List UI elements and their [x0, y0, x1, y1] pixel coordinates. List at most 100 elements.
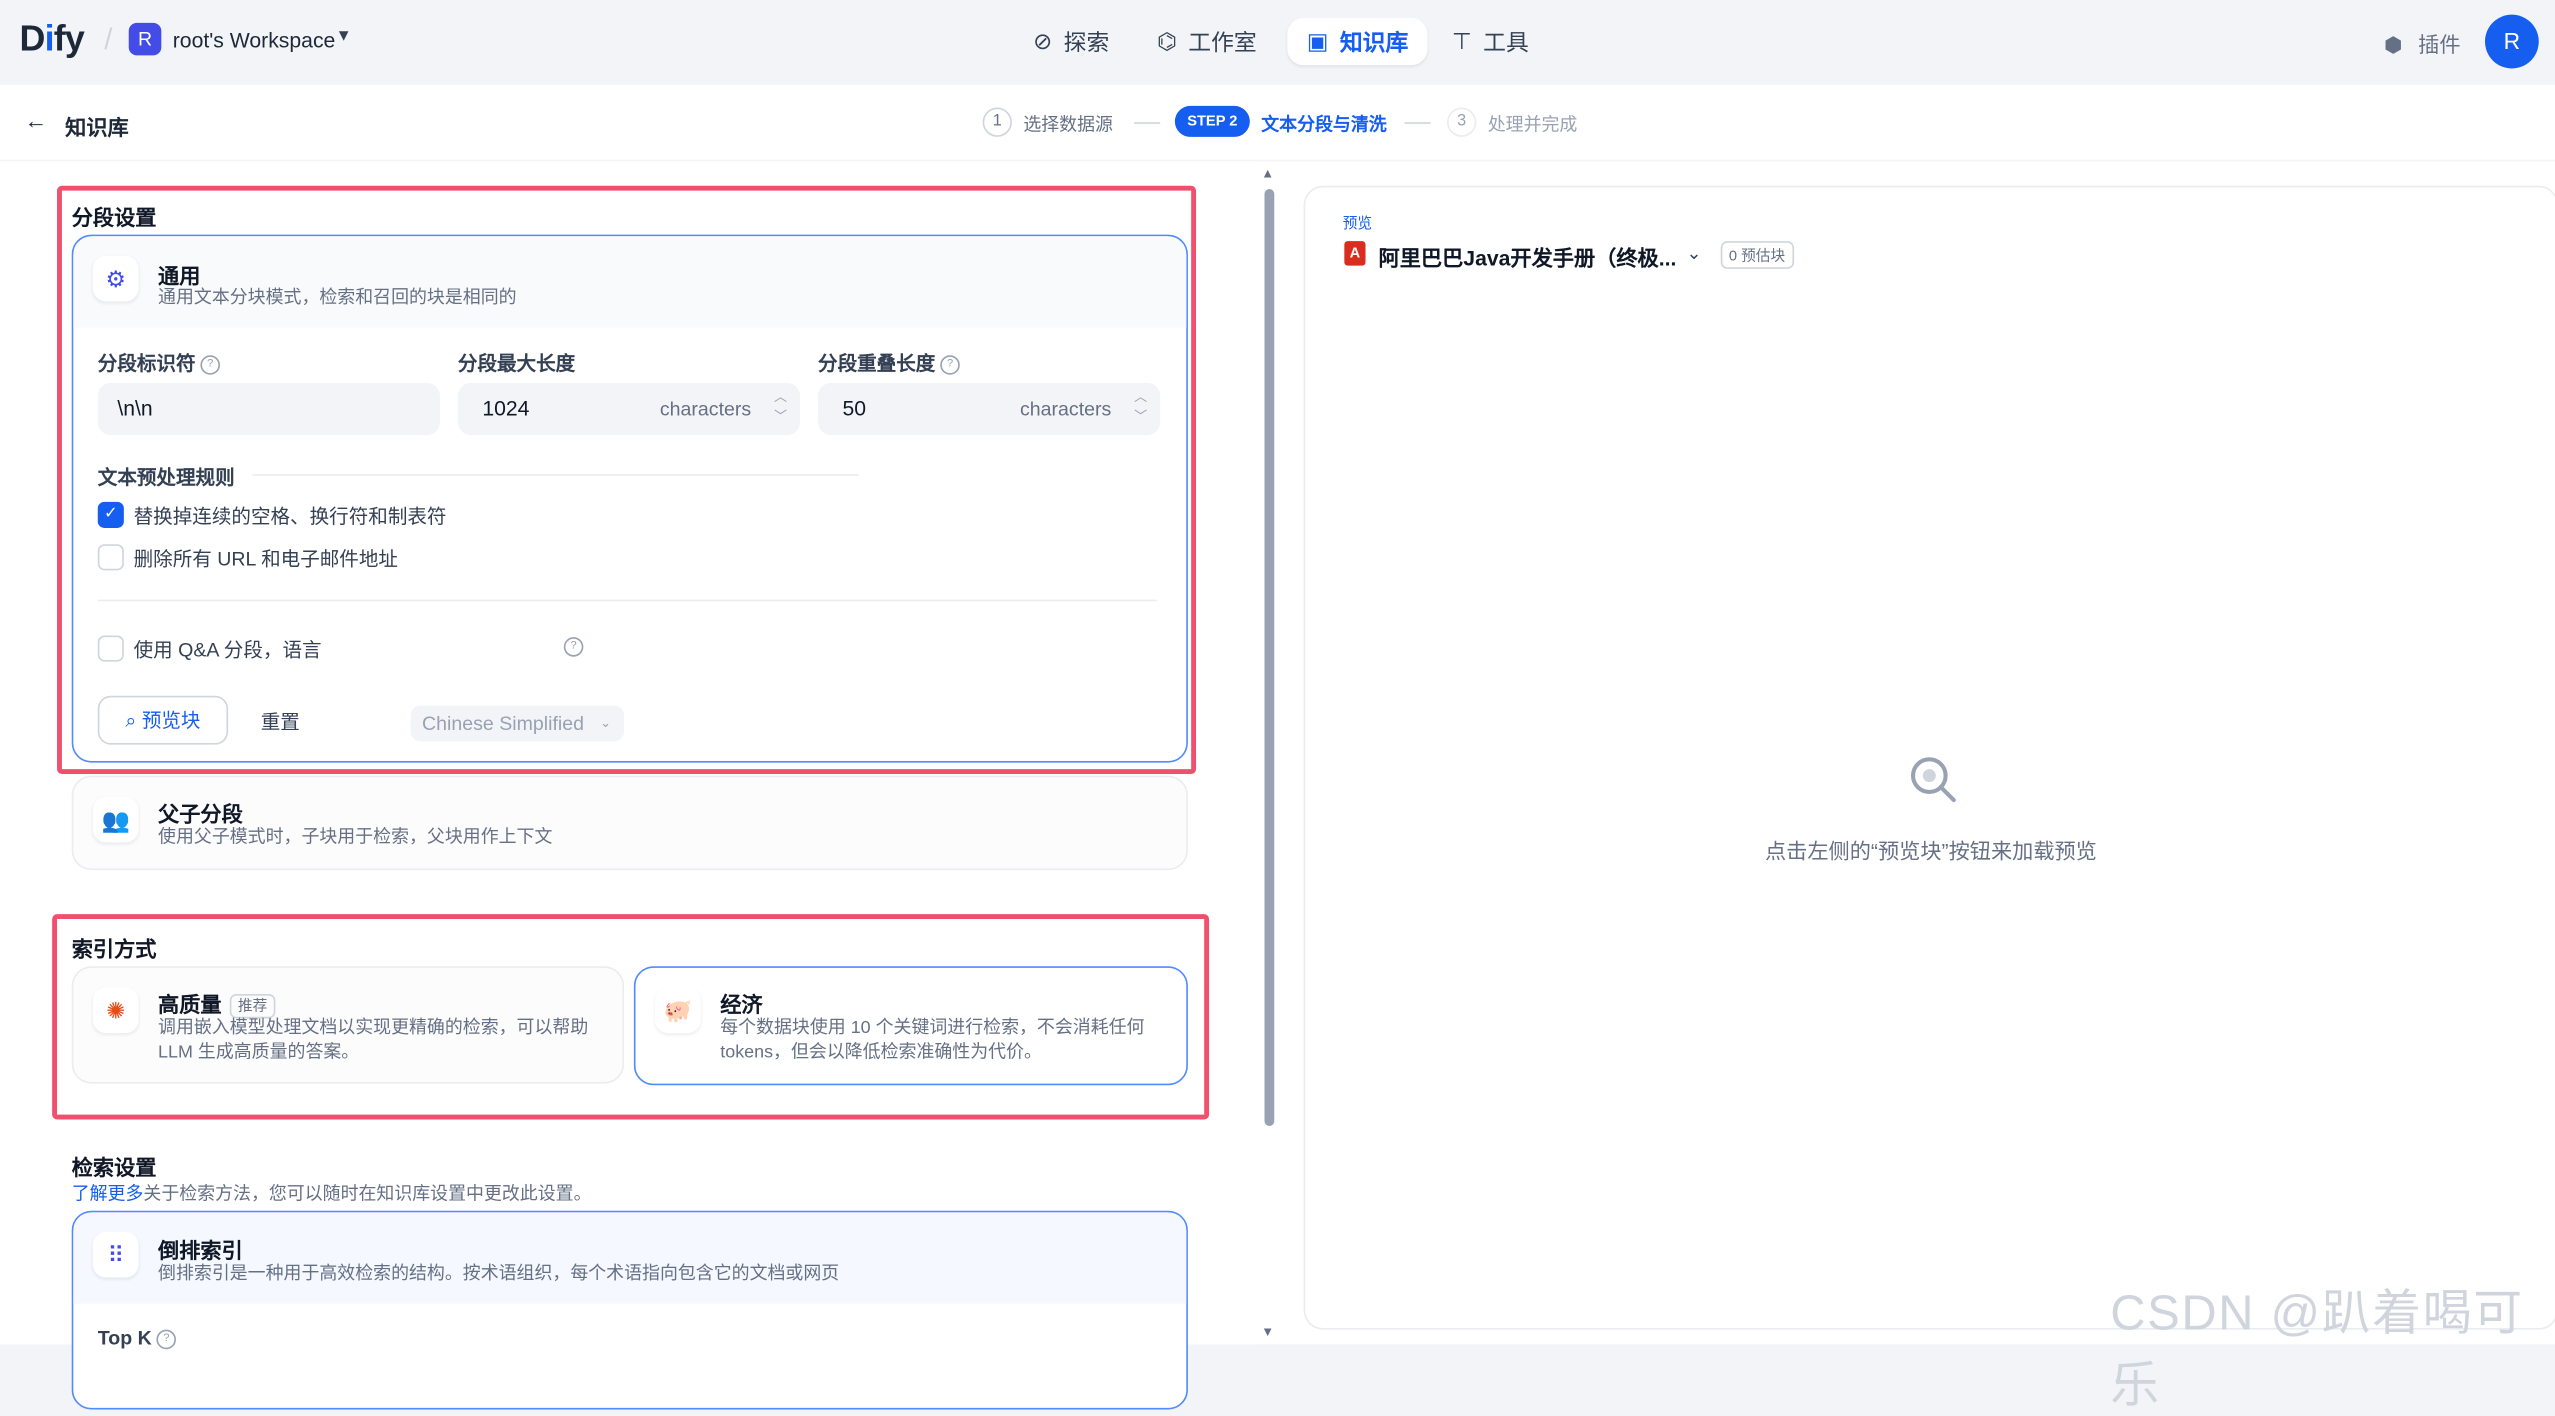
help-icon[interactable]: ?: [156, 1329, 177, 1349]
overlap-value: 50: [842, 395, 867, 421]
preview-empty-text: 点击左侧的“预览块”按钮来加载预览: [1765, 839, 2097, 864]
chevron-down-icon[interactable]: ▼: [336, 28, 352, 46]
nav-studio[interactable]: ⌬ 工作室: [1157, 18, 1257, 65]
nav-explore-label: 探索: [1063, 28, 1110, 55]
dify-logo[interactable]: Dify: [20, 18, 85, 60]
scroll-down-icon[interactable]: ▼: [1261, 1325, 1274, 1340]
preview-chunks-label: 预览块: [141, 708, 201, 732]
top-navbar: Dify / R root's Workspace ▼ ⊘ 探索 ⌬ 工作室 ▣…: [0, 0, 2555, 87]
economy-desc-line1: 每个数据块使用 10 个关键词进行检索，不会消耗任何: [720, 1018, 1145, 1038]
back-label[interactable]: 知识库: [65, 111, 129, 142]
parent-child-card[interactable]: 👥 父子分段 使用父子模式时，子块用于检索，父块用作上下文: [71, 775, 1188, 871]
nav-knowledge-label: 知识库: [1339, 28, 1409, 55]
economy-title: 经济: [720, 992, 763, 1017]
separator-value: \n\n: [117, 395, 153, 421]
stepper-arrows-icon[interactable]: ︿ ﹀: [1134, 388, 1147, 427]
step-1-label: 选择数据源: [1023, 115, 1113, 136]
parent-child-desc: 使用父子模式时，子块用于检索，父块用作上下文: [158, 827, 553, 848]
separator-input[interactable]: \n\n: [97, 382, 440, 436]
max-length-value: 1024: [482, 395, 530, 421]
retrieval-help-rest: 关于检索方法，您可以随时在知识库设置中更改此设置。: [143, 1184, 592, 1205]
economy-desc: 每个数据块使用 10 个关键词进行检索，不会消耗任何 tokens，但会以降低检…: [720, 1017, 1144, 1066]
inverted-index-desc: 倒排索引是一种用于高效检索的结构。按术语组织，每个术语指向包含它的文档或网页: [158, 1264, 840, 1285]
help-icon[interactable]: ?: [200, 354, 221, 375]
preview-doc-select[interactable]: 阿里巴巴Java开发手册（终极...: [1379, 241, 1677, 272]
family-icon: 👥: [92, 796, 139, 843]
nav-tools[interactable]: ⊤ 工具: [1452, 18, 1529, 65]
max-length-label: 分段最大长度: [457, 351, 576, 375]
rule-2-label: 删除所有 URL 和电子邮件地址: [133, 547, 398, 571]
plugin-label: 插件: [2418, 32, 2461, 58]
overlap-input[interactable]: 50 characters ︿ ﹀: [818, 382, 1161, 436]
stepper-arrows-icon[interactable]: ︿ ﹀: [774, 388, 787, 427]
step-connector: [1134, 122, 1161, 124]
nav-studio-label: 工作室: [1188, 28, 1257, 55]
qa-checkbox[interactable]: [97, 635, 124, 662]
grid-icon: ⠿: [92, 1231, 139, 1278]
inverted-index-card[interactable]: ⠿ 倒排索引 倒排索引是一种用于高效检索的结构。按术语组织，每个术语指向包含它的…: [71, 1210, 1188, 1410]
index-section-title: 索引方式: [71, 936, 157, 962]
gear-icon: ⚙: [92, 255, 139, 302]
preview-label: 预览: [1342, 215, 1373, 232]
chevron-down-icon: ⌄: [600, 715, 612, 731]
max-length-unit: characters: [659, 397, 752, 421]
high-quality-card[interactable]: ✺ 高质量 推荐 调用嵌入模型处理文档以实现更精确的检索，可以帮助 LLM 生成高…: [71, 966, 625, 1084]
retrieval-help-text: 了解更多关于检索方法，您可以随时在知识库设置中更改此设置。: [72, 1180, 592, 1206]
overlap-unit: characters: [1020, 397, 1112, 421]
qa-language-value: Chinese Simplified: [422, 712, 584, 735]
back-arrow-icon[interactable]: ←: [24, 108, 47, 134]
reset-button[interactable]: 重置: [261, 707, 300, 735]
workspace-avatar[interactable]: R: [128, 22, 162, 56]
max-length-input[interactable]: 1024 characters ︿ ﹀: [457, 382, 801, 436]
plugin-button[interactable]: ⬢ 插件: [2384, 28, 2461, 59]
overlap-label-text: 分段重叠长度: [818, 351, 936, 375]
qa-divider: [97, 599, 1157, 602]
nav-explore[interactable]: ⊘ 探索: [1033, 18, 1109, 65]
pdf-file-icon: A: [1344, 241, 1366, 266]
chevron-down-icon[interactable]: ⌄: [1687, 243, 1702, 264]
separator-label: 分段标识符?: [97, 349, 221, 377]
qa-language-select[interactable]: Chinese Simplified ⌄: [410, 705, 625, 742]
step-connector: [1404, 122, 1431, 124]
high-quality-title: 高质量 推荐: [158, 987, 276, 1019]
preview-panel: 预览 A 阿里巴巴Java开发手册（终极... ⌄ 0 预估块 点击左侧的“预览…: [1303, 185, 2555, 1330]
qa-label: 使用 Q&A 分段，语言: [133, 638, 322, 662]
help-icon[interactable]: ?: [940, 354, 960, 375]
rules-title: 文本预处理规则: [97, 466, 235, 489]
topk-label-text: Top K: [97, 1326, 152, 1350]
nav-knowledge[interactable]: ▣ 知识库: [1287, 17, 1428, 66]
scrollbar-thumb[interactable]: [1264, 189, 1275, 1126]
preview-chunks-button[interactable]: ⌕ 预览块: [97, 695, 229, 745]
rule-2-checkbox[interactable]: [97, 544, 124, 571]
user-avatar[interactable]: R: [2484, 14, 2539, 69]
high-quality-title-text: 高质量: [158, 992, 222, 1017]
high-quality-desc: 调用嵌入模型处理文档以实现更精确的检索，可以帮助 LLM 生成高质量的答案。: [158, 1017, 588, 1066]
workspace-name[interactable]: root's Workspace: [173, 28, 336, 52]
search-preview-icon: [1910, 757, 1956, 803]
settings-panel: 分段设置 ⚙ 通用 通用文本分块模式，检索和召回的块是相同的 分段标识符? \n…: [0, 161, 1255, 1410]
learn-more-link[interactable]: 了解更多: [72, 1185, 144, 1205]
book-icon: ▣: [1306, 27, 1329, 54]
economy-card[interactable]: 🐖 经济 每个数据块使用 10 个关键词进行检索，不会消耗任何 tokens，但…: [633, 966, 1188, 1086]
separator-label-text: 分段标识符: [97, 351, 196, 375]
scroll-up-icon[interactable]: ▲: [1261, 166, 1274, 181]
high-quality-desc-line2: LLM 生成高质量的答案。: [158, 1042, 360, 1063]
general-chunk-card[interactable]: ⚙ 通用 通用文本分块模式，检索和召回的块是相同的 分段标识符? \n\n 分段…: [71, 234, 1188, 763]
nav-tools-label: 工具: [1483, 28, 1529, 55]
step-3-number: 3: [1446, 107, 1477, 137]
rule-1-checkbox[interactable]: ✓: [97, 501, 124, 528]
search-icon: ⌕: [125, 708, 137, 732]
general-card-header: [73, 236, 1187, 328]
retrieval-section-title: 检索设置: [71, 1155, 157, 1180]
step-3-label: 处理并完成: [1487, 115, 1578, 136]
robot-icon: ⌬: [1156, 27, 1177, 54]
help-icon[interactable]: ?: [563, 637, 584, 657]
watermark-text: CSDN @趴着喝可乐: [2110, 1287, 2524, 1413]
topk-label: Top K?: [97, 1326, 177, 1350]
estimated-chunks-badge: 0 预估块: [1720, 241, 1794, 269]
cube-icon: ⬢: [2383, 32, 2403, 58]
overlap-label: 分段重叠长度?: [818, 349, 960, 377]
app-window: Dify / R root's Workspace ▼ ⊘ 探索 ⌬ 工作室 ▣…: [0, 0, 2555, 1413]
general-title: 通用: [158, 263, 201, 289]
sparkle-icon: ✺: [92, 987, 139, 1034]
